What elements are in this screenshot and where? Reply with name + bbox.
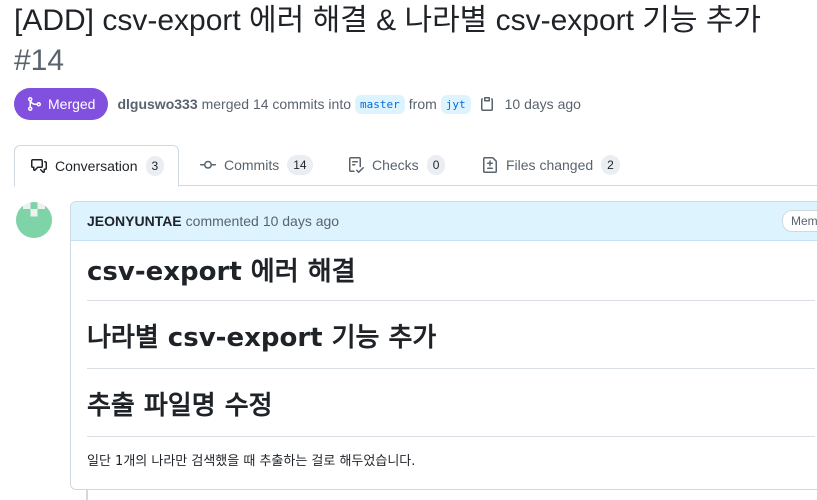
tab-commits[interactable]: Commits 14 <box>200 145 313 185</box>
tab-checks[interactable]: Checks 0 <box>348 145 446 185</box>
pr-number: #14 <box>14 44 65 77</box>
from-text: from <box>408 96 437 112</box>
merged-state-badge: Merged <box>14 88 109 120</box>
heading-country-csv-export: 나라별 csv-export 기능 추가 <box>87 301 815 369</box>
comment-box: JEONYUNTAE commented 10 days ago Member … <box>70 201 817 490</box>
comment-author-link[interactable]: JEONYUNTAE <box>87 213 182 229</box>
git-merge-icon <box>28 97 42 111</box>
comment-note: 일단 1개의 나라만 검색했을 때 추출하는 걸로 해두었습니다. <box>87 454 416 469</box>
tab-conversation-count: 3 <box>145 156 165 176</box>
tab-checks-count: 0 <box>426 155 446 175</box>
comment-time[interactable]: 10 days ago <box>263 213 339 229</box>
comment-body: csv-export 에러 해결 나라별 csv-export 기능 추가 추출… <box>71 241 817 472</box>
tab-commits-label: Commits <box>224 157 280 173</box>
checklist-icon <box>349 157 364 173</box>
state-label: Merged <box>48 96 96 112</box>
copy-icon[interactable] <box>479 96 495 112</box>
merge-text: merged 14 commits into <box>201 96 352 112</box>
pr-author-link[interactable]: dlguswo333 <box>117 96 197 112</box>
head-branch[interactable]: jyt <box>440 94 471 114</box>
tab-conversation[interactable]: Conversation 3 <box>14 145 180 187</box>
pr-time: 10 days ago <box>504 96 581 112</box>
pr-meta: Merged dlguswo333 merged 14 commits into… <box>14 88 581 120</box>
pr-title: [ADD] csv-export 에러 해결 & 나라별 csv-export … <box>14 4 762 37</box>
member-badge: Member <box>782 210 817 232</box>
comment-header: JEONYUNTAE commented 10 days ago Member <box>71 202 817 241</box>
tab-conversation-label: Conversation <box>55 158 138 174</box>
heading-filename-fix: 추출 파일명 수정 <box>87 369 815 437</box>
timeline-line <box>86 489 88 500</box>
avatar[interactable] <box>16 202 52 238</box>
tab-files-changed[interactable]: Files changed 2 <box>482 145 620 185</box>
tab-files-changed-count: 2 <box>601 155 620 175</box>
tab-checks-label: Checks <box>372 157 419 173</box>
comment-discussion-icon <box>31 159 47 173</box>
tab-commits-count: 14 <box>287 155 313 175</box>
commit-icon <box>200 160 216 169</box>
file-diff-icon <box>483 157 497 173</box>
pr-tabs: Conversation 3 Commits 14 Checks 0 Files… <box>14 145 817 187</box>
heading-csv-export-fix: csv-export 에러 해결 <box>87 241 815 301</box>
base-branch[interactable]: master <box>355 94 405 114</box>
comment-action: commented <box>185 213 259 229</box>
tab-files-changed-label: Files changed <box>506 157 594 173</box>
